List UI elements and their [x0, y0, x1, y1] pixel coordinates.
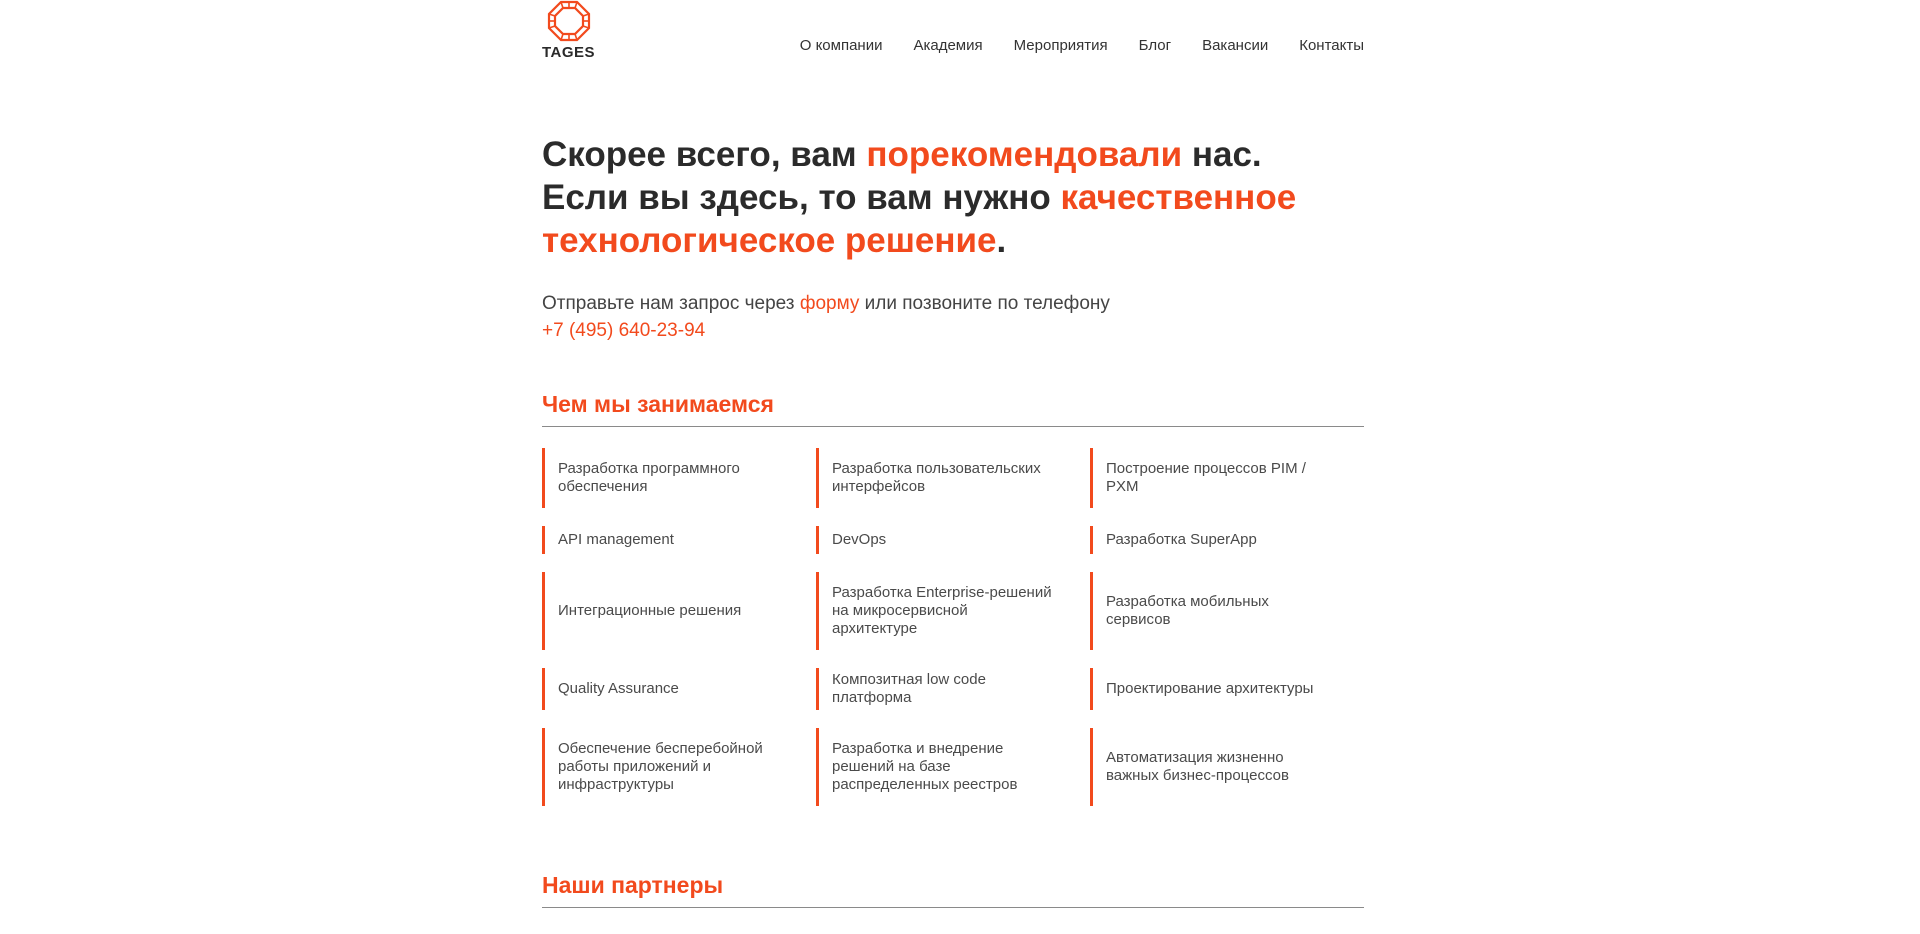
- form-link[interactable]: форму: [800, 293, 860, 314]
- service-item: Quality Assurance: [542, 668, 816, 710]
- service-item: Построение процессов PIM / PXM: [1090, 448, 1364, 508]
- main-nav: О компании Академия Мероприятия Блог Вак…: [800, 37, 1364, 54]
- service-item: Разработка SuperApp: [1090, 526, 1364, 554]
- service-item: API management: [542, 526, 816, 554]
- lead-text: Отправьте нам запрос через: [542, 293, 800, 314]
- services-title: Чем мы занимаемся: [542, 391, 1364, 427]
- hero-accent: порекомендовали: [866, 135, 1183, 174]
- service-item: Обеспечение бесперебойной работы приложе…: [542, 728, 816, 806]
- nav-vacancies[interactable]: Вакансии: [1202, 37, 1268, 54]
- partners-title: Наши партнеры: [542, 872, 1364, 908]
- services-row: Quality Assurance Композитная low code п…: [542, 668, 1364, 710]
- nav-about[interactable]: О компании: [800, 37, 883, 54]
- logo-text: TAGES: [542, 44, 596, 61]
- lead-text: или позвоните по телефону: [859, 293, 1110, 314]
- service-item: Разработка Enterprise-решений на микросе…: [816, 572, 1090, 650]
- services-grid: Разработка программного обеспечения Разр…: [542, 448, 1364, 824]
- service-item: Композитная low code платформа: [816, 668, 1090, 710]
- hero-text: Скорее всего, вам: [542, 135, 867, 174]
- services-row: Обеспечение бесперебойной работы приложе…: [542, 728, 1364, 806]
- logo-icon: [547, 0, 591, 42]
- nav-academy[interactable]: Академия: [913, 37, 982, 54]
- hero-text: Если вы здесь, то вам нужно: [542, 178, 1061, 217]
- hero-text: .: [996, 221, 1007, 260]
- service-item: Проектирование архитектуры: [1090, 668, 1364, 710]
- nav-blog[interactable]: Блог: [1139, 37, 1171, 54]
- hero-heading: Скорее всего, вам порекомендовали нас. Ес…: [542, 133, 1364, 262]
- phone-link[interactable]: +7 (495) 640-23-94: [542, 320, 705, 341]
- nav-contacts[interactable]: Контакты: [1299, 37, 1364, 54]
- services-row: API management DevOps Разработка SuperAp…: [542, 526, 1364, 554]
- logo[interactable]: TAGES: [542, 0, 598, 62]
- service-item: Разработка мобильных сервисов: [1090, 572, 1364, 650]
- contact-lead: Отправьте нам запрос через форму или поз…: [542, 290, 1364, 344]
- site-header: TAGES О компании Академия Мероприятия Бл…: [542, 0, 1364, 70]
- service-item: Разработка пользовательских интерфейсов: [816, 448, 1090, 508]
- service-item: Разработка программного обеспечения: [542, 448, 816, 508]
- service-item: Автоматизация жизненно важных бизнес-про…: [1090, 728, 1364, 806]
- service-item: Разработка и внедрение решений на базе р…: [816, 728, 1090, 806]
- page-container: TAGES О компании Академия Мероприятия Бл…: [542, 0, 1364, 908]
- nav-events[interactable]: Мероприятия: [1014, 37, 1108, 54]
- service-item: Интеграционные решения: [542, 572, 816, 650]
- services-row: Интеграционные решения Разработка Enterp…: [542, 572, 1364, 650]
- hero-text: нас.: [1182, 135, 1262, 174]
- services-row: Разработка программного обеспечения Разр…: [542, 448, 1364, 508]
- service-item: DevOps: [816, 526, 1090, 554]
